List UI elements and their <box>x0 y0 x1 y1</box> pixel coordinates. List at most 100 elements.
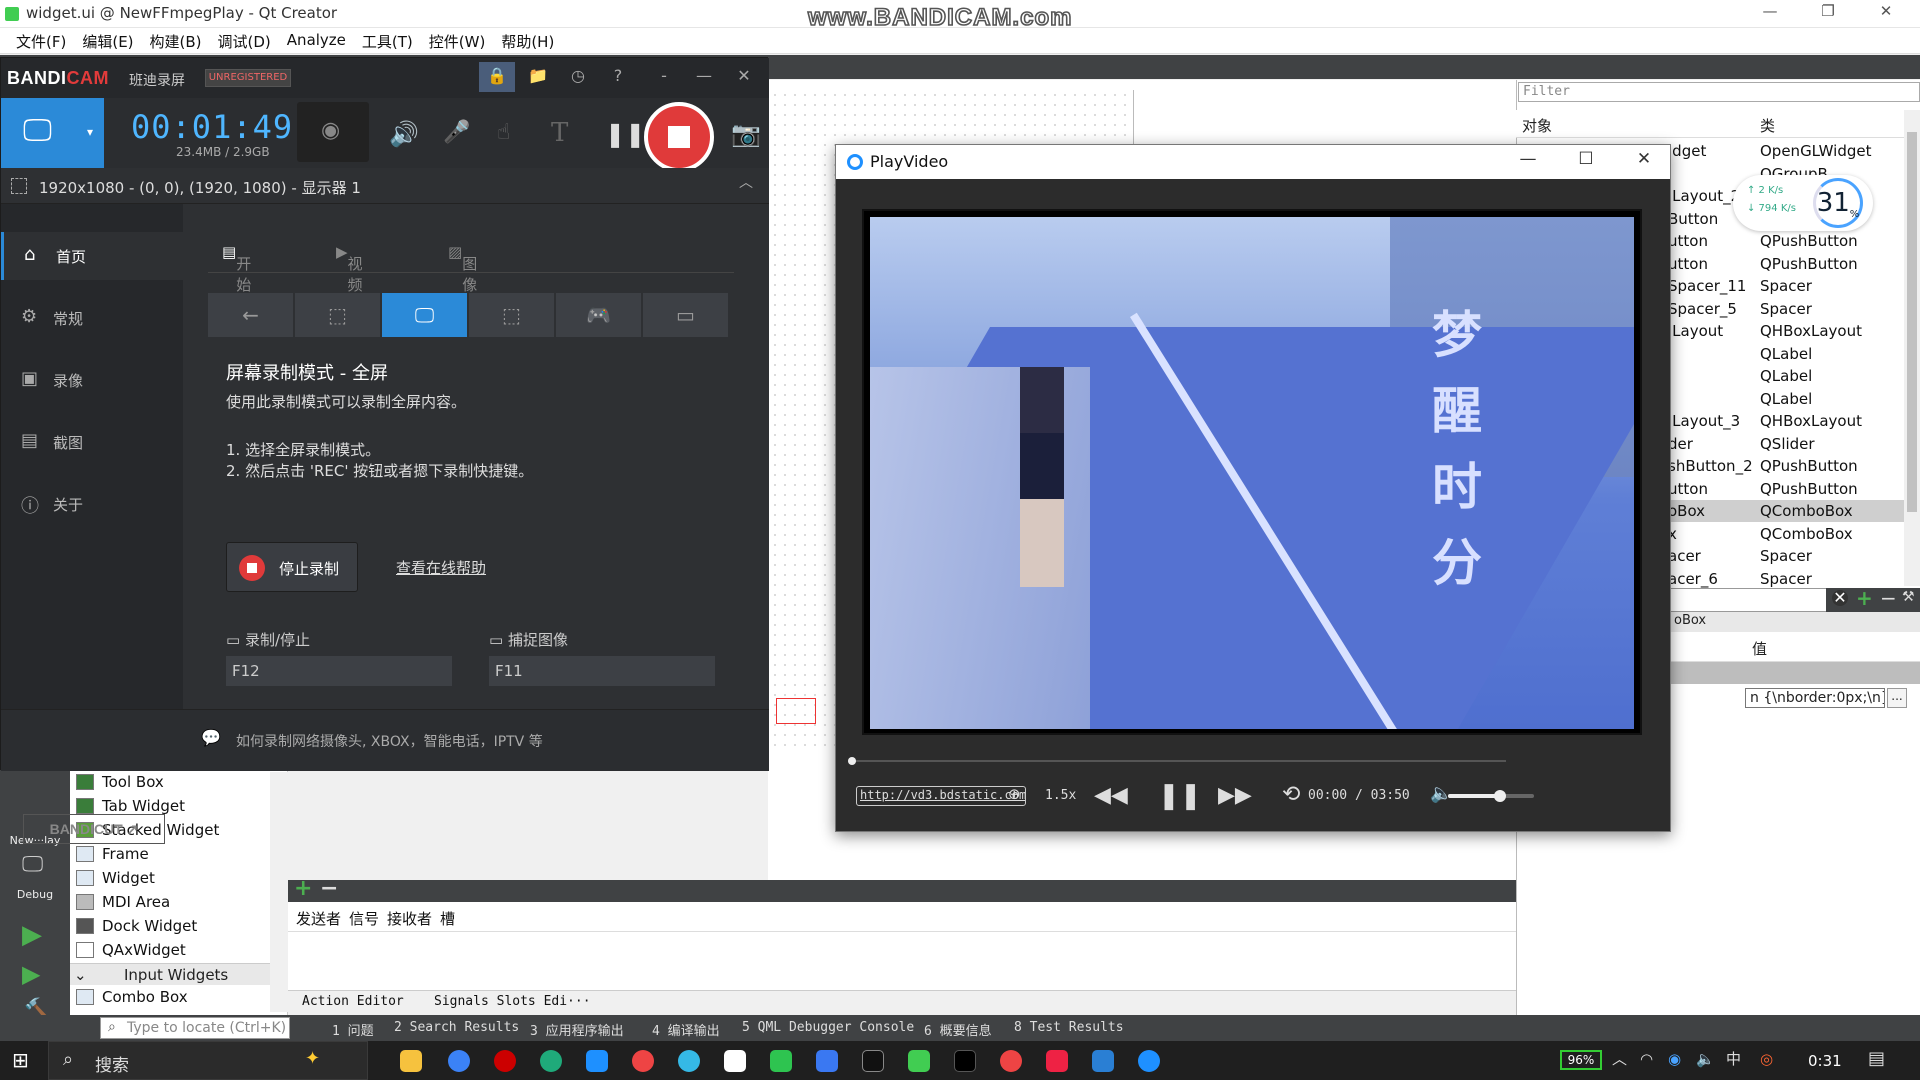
loop-icon[interactable]: ⟲ <box>1282 782 1300 807</box>
nav-general[interactable]: ⚙ 常规 <box>1 294 183 342</box>
app-check-icon[interactable] <box>816 1050 838 1072</box>
menu-build[interactable]: 构建(B) <box>142 28 210 53</box>
battery-indicator[interactable]: 96% <box>1560 1050 1602 1070</box>
app-blue-icon[interactable] <box>448 1050 470 1072</box>
output-tab-search[interactable]: 2 Search Results <box>394 1020 519 1035</box>
output-tab-qml[interactable]: 5 QML Debugger Console <box>742 1020 914 1035</box>
rectangle-mode-icon[interactable]: ⬚ <box>295 293 380 337</box>
tab-video[interactable]: ▶ 视频 <box>336 243 363 294</box>
qq-icon[interactable] <box>862 1050 884 1072</box>
close-icon[interactable]: ✕ <box>1866 2 1906 24</box>
tab-signals-slots[interactable]: Signals Slots Edi··· <box>434 994 591 1009</box>
speaker-icon[interactable]: 🔊 <box>389 122 419 146</box>
windows-start-icon[interactable]: ⊞ <box>12 1050 29 1070</box>
fullscreen-mode-icon[interactable]: 🖵 <box>382 293 467 337</box>
stylesheet-value-field[interactable]: n {\nborder:0px;\n} <box>1745 688 1885 708</box>
tab-start[interactable]: ▤ 开始 <box>222 243 251 294</box>
wifi-icon[interactable]: ◠ <box>1640 1052 1653 1067</box>
maximize-icon[interactable]: ☐ <box>1558 149 1614 175</box>
chevron-down-icon[interactable]: ▾ <box>87 126 93 138</box>
hotkey-capture-field[interactable]: F11 <box>489 656 715 686</box>
clock-icon[interactable]: ◷ <box>563 66 593 90</box>
widget-item-tool-box[interactable]: Tool Box <box>70 770 288 794</box>
filter-input[interactable]: Filter <box>1518 82 1920 102</box>
unregistered-badge[interactable]: UNREGISTERED <box>205 69 291 87</box>
sparkle-icon[interactable]: ✦ <box>305 1050 320 1068</box>
folder-icon[interactable]: 📁 <box>523 66 553 90</box>
around-mouse-icon[interactable]: ⬚ <box>469 293 554 337</box>
menu-tools[interactable]: 工具(T) <box>354 28 421 53</box>
chrome-icon[interactable] <box>632 1050 654 1072</box>
close-icon[interactable]: ✕ <box>1616 149 1672 175</box>
file-explorer-icon[interactable] <box>400 1050 422 1072</box>
tab-action-editor[interactable]: Action Editor <box>302 994 404 1009</box>
stop-recording-button[interactable]: 停止录制 <box>226 542 358 592</box>
back-arrow-icon[interactable]: ← <box>208 293 293 337</box>
video-frame[interactable]: 梦 醒 时 分 <box>862 209 1642 735</box>
chrome-icon-2[interactable] <box>1000 1050 1022 1072</box>
minimize-icon[interactable]: — <box>1500 149 1556 175</box>
widget-item-dock-widget[interactable]: Dock Widget <box>70 914 288 938</box>
app-circle-icon[interactable] <box>678 1050 700 1072</box>
signal-slot-list[interactable] <box>288 932 1516 990</box>
widget-item-qaxwidget[interactable]: QAxWidget <box>70 938 288 962</box>
property-group-row[interactable] <box>1670 662 1920 684</box>
object-inspector-scrollbar[interactable] <box>1904 110 1920 586</box>
add-connection-icon[interactable]: + <box>294 878 312 900</box>
volume-icon[interactable]: 🔈 <box>1696 1052 1715 1067</box>
menu-debug[interactable]: 调试(D) <box>210 28 279 53</box>
fast-forward-icon[interactable]: ▶▶ <box>1218 783 1252 808</box>
close-icon[interactable]: ✕ <box>729 66 759 90</box>
chevron-up-icon[interactable]: ︿ <box>1612 1052 1627 1067</box>
bandicut-button[interactable]: BANDICUT ↗ <box>23 814 165 844</box>
tab-image[interactable]: ▨ 图像 <box>448 243 477 294</box>
speed-combo[interactable]: 1.5x <box>1045 788 1076 803</box>
playvideo-taskbar-icon[interactable] <box>1138 1050 1160 1072</box>
cursor-effect-icon[interactable]: ☝ <box>497 122 510 144</box>
taskbar-clock[interactable]: 0:31 <box>1808 1052 1842 1070</box>
add-property-icon[interactable]: + <box>1856 588 1873 608</box>
col-sender[interactable]: 发送者 <box>292 902 345 931</box>
widget-category-input[interactable]: ⌄ Input Widgets <box>70 963 270 985</box>
locator-input[interactable]: Type to locate (Ctrl+K) <box>100 1017 290 1039</box>
minimize-icon[interactable]: — <box>689 66 719 90</box>
minimize-icon[interactable]: — <box>1750 2 1790 24</box>
monitor-icon[interactable]: 🖵 <box>22 854 43 876</box>
tiktok-icon[interactable] <box>954 1050 976 1072</box>
footer-tip[interactable]: 如何录制网络摄像头, XBOX，智能电话，IPTV 等 <box>236 731 543 751</box>
pause-icon[interactable]: ❚❚ <box>1158 781 1202 811</box>
online-help-link[interactable]: 查看在线帮助 <box>396 557 486 578</box>
nav-home[interactable]: ⌂ 首页 <box>1 232 183 280</box>
notification-icon[interactable]: ▤ <box>1868 1050 1885 1068</box>
output-tab-compile[interactable]: 4 编译输出 <box>652 1020 720 1039</box>
typora-icon[interactable] <box>724 1050 746 1072</box>
debug-run-icon[interactable]: ▶ <box>22 962 40 986</box>
volume-slider[interactable] <box>1448 790 1534 802</box>
col-class[interactable]: 类 <box>1760 115 1775 136</box>
resolution-bar[interactable]: 1920x1080 - (0, 0), (1920, 1080) - 显示器 1… <box>1 168 769 204</box>
qt-creator-icon[interactable] <box>908 1050 930 1072</box>
ime-icon[interactable]: 中 <box>1726 1052 1741 1067</box>
col-slot[interactable]: 槽 <box>436 902 459 931</box>
pause-icon[interactable]: ❚❚ <box>605 122 645 146</box>
bandicam-record-icon[interactable] <box>494 1050 516 1072</box>
menu-help[interactable]: 帮助(H) <box>493 28 562 53</box>
output-tab-general[interactable]: 6 概要信息 <box>924 1020 992 1039</box>
wechat-icon[interactable] <box>770 1050 792 1072</box>
stop-record-button[interactable] <box>644 102 714 172</box>
seek-handle[interactable] <box>848 757 856 765</box>
netease-music-icon[interactable] <box>1046 1050 1068 1072</box>
rewind-icon[interactable]: ◀◀ <box>1094 783 1128 808</box>
nav-video[interactable]: ▣ 录像 <box>1 356 183 404</box>
menu-widgets[interactable]: 控件(W) <box>421 28 494 53</box>
restore-icon[interactable]: ❐ <box>1808 2 1848 24</box>
output-tab-issues[interactable]: 1 问题 <box>332 1020 374 1039</box>
widget-item-mdi-area[interactable]: MDI Area <box>70 890 288 914</box>
hdmi-mode-icon[interactable]: ▭ <box>643 293 728 337</box>
widget-box-scrollbar[interactable] <box>270 772 288 1012</box>
menu-analyze[interactable]: Analyze <box>279 28 354 53</box>
seek-slider[interactable] <box>848 757 1506 765</box>
tray-weibo-icon[interactable]: ◎ <box>1760 1052 1773 1067</box>
menu-file[interactable]: 文件(F) <box>8 28 74 53</box>
kit-build-label[interactable]: Debug <box>0 888 70 901</box>
